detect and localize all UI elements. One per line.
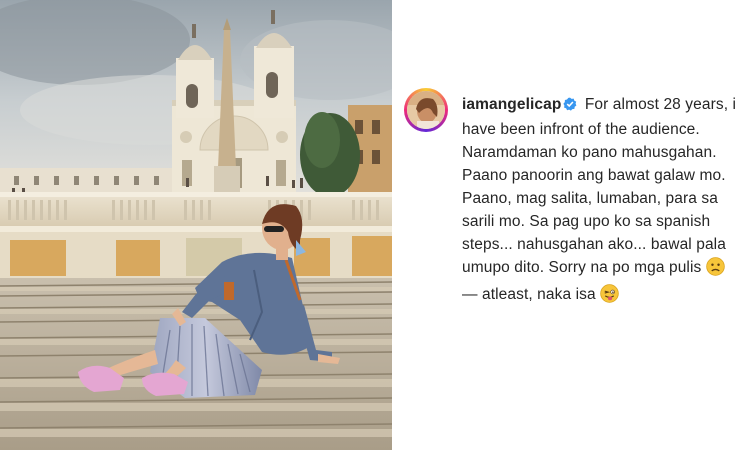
post-photo[interactable] bbox=[0, 0, 392, 450]
caption-line-7: steps... nahusgahan ako... bawal pala bbox=[462, 236, 726, 253]
caption-line-4: Paano panoorin ang bawat galaw mo. bbox=[462, 167, 726, 184]
winking-face-with-tongue-emoji-icon bbox=[600, 284, 619, 310]
avatar-image bbox=[407, 91, 445, 129]
caption-line-1: For almost 28 years, i bbox=[584, 96, 737, 113]
username-link[interactable]: iamangelicap bbox=[462, 96, 561, 113]
spanish-steps-photo bbox=[0, 0, 392, 450]
caption-line-9: — atleast, naka isa bbox=[462, 286, 596, 303]
caption-panel: iamangelicap For almost 28 years, i have… bbox=[392, 0, 750, 450]
verified-badge-icon bbox=[563, 95, 577, 118]
instagram-post: iamangelicap For almost 28 years, i have… bbox=[0, 0, 750, 450]
caption-line-6: sarili mo. Sa pag upo ko sa spanish bbox=[462, 213, 711, 230]
worried-face-emoji-icon bbox=[706, 257, 725, 283]
caption-line-2: have been infront of the audience. bbox=[462, 121, 700, 138]
story-ring[interactable] bbox=[404, 88, 448, 132]
caption-line-5: Paano, mag salita, lumaban, para sa bbox=[462, 190, 718, 207]
caption-line-3: Naramdaman ko pano mahusgahan. bbox=[462, 144, 717, 161]
caption-line-8: umupo dito. Sorry na po mga pulis bbox=[462, 259, 702, 276]
post-caption: iamangelicap For almost 28 years, i have… bbox=[462, 93, 742, 310]
avatar[interactable] bbox=[407, 91, 445, 129]
